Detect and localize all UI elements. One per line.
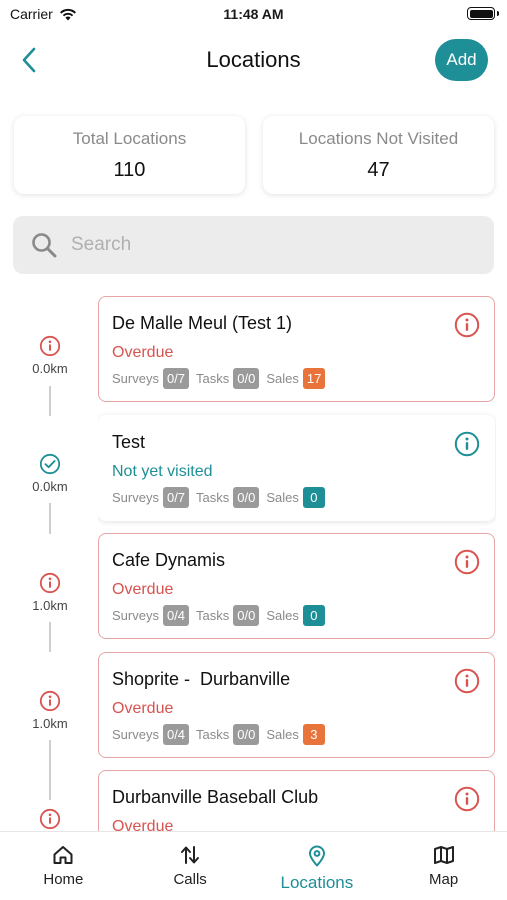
total-locations-card: Total Locations 110	[14, 116, 245, 194]
location-status: Overdue	[112, 581, 174, 598]
tab-label: Home	[43, 871, 84, 888]
sales-badge: 0	[302, 487, 325, 508]
location-name: Test	[112, 432, 146, 452]
sales-badge: 3	[302, 724, 325, 745]
location-metrics: Surveys 0/4 Tasks 0/0 Sales 3	[112, 724, 480, 745]
surveys-label: Surveys	[112, 371, 159, 386]
distance-label: 0.0km	[32, 361, 68, 376]
alert-info-icon	[39, 335, 61, 357]
surveys-label: Surveys	[112, 490, 159, 505]
timeline-connector	[49, 386, 51, 416]
timeline-node	[0, 806, 100, 831]
timeline-connector	[49, 503, 51, 534]
not-visited-label: Locations Not Visited	[298, 128, 459, 148]
surveys-badge: 0/4	[162, 724, 190, 745]
location-metrics: Surveys 0/7 Tasks 0/0 Sales 17	[112, 368, 480, 389]
location-status: Overdue	[112, 700, 174, 717]
total-locations-value: 110	[113, 158, 146, 181]
tasks-badge: 0/0	[233, 487, 260, 508]
search-input[interactable]	[71, 234, 451, 256]
location-card[interactable]: Durbanville Baseball Club Overdue	[98, 770, 495, 831]
tab-label: Calls	[173, 871, 207, 888]
add-location-button[interactable]: Add	[435, 39, 488, 81]
total-locations-label: Total Locations	[72, 128, 187, 148]
tasks-label: Tasks	[196, 727, 230, 742]
battery-icon	[467, 7, 499, 20]
surveys-badge: 0/7	[162, 487, 190, 508]
search-icon	[32, 233, 57, 258]
surveys-label: Surveys	[112, 608, 159, 623]
info-icon[interactable]	[454, 312, 480, 338]
location-card[interactable]: Shoprite - Durbanville Overdue Surveys 0…	[98, 652, 495, 758]
timeline-node: 0.0km	[0, 333, 100, 378]
sales-badge: 17	[302, 368, 326, 389]
tab-home[interactable]: Home	[0, 832, 127, 900]
info-icon[interactable]	[454, 431, 480, 457]
location-name: Shoprite - Durbanville	[112, 669, 291, 689]
alert-info-icon	[39, 572, 61, 594]
nav-header: Locations Add	[0, 36, 507, 86]
location-pin-icon	[308, 845, 325, 867]
location-name: De Malle Meul (Test 1)	[112, 313, 293, 333]
tasks-badge: 0/0	[233, 605, 260, 626]
distance-label: 1.0km	[32, 716, 68, 731]
location-status: Overdue	[112, 344, 174, 361]
tab-label: Locations	[280, 873, 354, 892]
location-name: Cafe Dynamis	[112, 550, 226, 570]
sales-label: Sales	[266, 371, 299, 386]
stats-row: Total Locations 110 Locations Not Visite…	[14, 116, 494, 194]
surveys-badge: 0/4	[162, 605, 190, 626]
alert-info-icon	[39, 690, 61, 712]
tasks-badge: 0/0	[233, 724, 260, 745]
timeline-connector	[49, 622, 51, 652]
location-metrics: Surveys 0/7 Tasks 0/0 Sales 0	[112, 487, 480, 508]
sales-badge: 0	[302, 605, 325, 626]
distance-label: 0.0km	[32, 479, 68, 494]
tab-calls[interactable]: Calls	[127, 832, 254, 900]
tab-map[interactable]: Map	[380, 832, 507, 900]
tab-locations[interactable]: Locations	[254, 832, 381, 900]
sales-label: Sales	[266, 490, 299, 505]
not-visited-value: 47	[367, 158, 390, 181]
location-card[interactable]: De Malle Meul (Test 1) Overdue Surveys 0…	[98, 296, 495, 402]
timeline-connector	[49, 740, 51, 800]
status-bar: Carrier 11:48 AM	[0, 0, 507, 30]
location-list: De Malle Meul (Test 1) Overdue Surveys 0…	[98, 296, 496, 831]
page-title: Locations	[206, 47, 301, 72]
location-card[interactable]: Test Not yet visited Surveys 0/7 Tasks 0…	[98, 415, 495, 521]
info-icon[interactable]	[454, 786, 480, 812]
info-icon[interactable]	[454, 668, 480, 694]
tasks-label: Tasks	[196, 490, 230, 505]
surveys-label: Surveys	[112, 727, 159, 742]
alert-info-icon	[39, 808, 61, 830]
tasks-label: Tasks	[196, 608, 230, 623]
bottom-tab-bar: Home Calls Locations Map	[0, 831, 507, 900]
calls-icon	[181, 846, 200, 864]
tasks-badge: 0/0	[233, 368, 260, 389]
not-visited-card: Locations Not Visited 47	[263, 116, 494, 194]
map-icon	[433, 846, 454, 864]
sales-label: Sales	[266, 608, 299, 623]
sales-label: Sales	[266, 727, 299, 742]
timeline-node: 0.0km	[0, 451, 100, 496]
clock: 11:48 AM	[223, 6, 284, 22]
distance-label: 1.0km	[32, 598, 68, 613]
surveys-badge: 0/7	[162, 368, 190, 389]
timeline-node: 1.0km	[0, 570, 100, 615]
info-icon[interactable]	[454, 549, 480, 575]
location-name: Durbanville Baseball Club	[112, 787, 319, 807]
location-status: Not yet visited	[112, 463, 213, 480]
check-circle-icon	[39, 453, 61, 475]
location-status: Overdue	[112, 818, 174, 831]
tab-label: Map	[429, 871, 459, 888]
location-card[interactable]: Cafe Dynamis Overdue Surveys 0/4 Tasks 0…	[98, 533, 495, 639]
home-icon	[53, 846, 73, 864]
search-bar[interactable]	[13, 216, 494, 274]
location-metrics: Surveys 0/4 Tasks 0/0 Sales 0	[112, 605, 480, 626]
distance-timeline: 0.0km 0.0km 1.0km 1.0km	[0, 296, 100, 831]
tasks-label: Tasks	[196, 371, 230, 386]
timeline-node: 1.0km	[0, 688, 100, 733]
